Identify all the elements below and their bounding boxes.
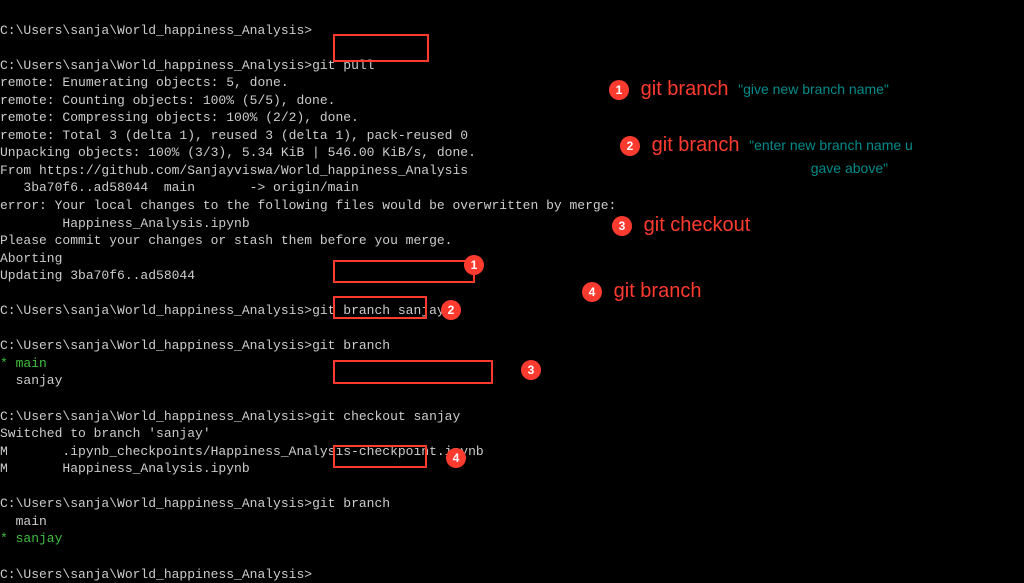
legend-num-1: 1	[609, 80, 629, 100]
branch-list2-other: main	[0, 514, 47, 529]
legend-note-2b: gave above"	[786, 159, 913, 178]
legend-item-1: 1 git branch "give new branch name"	[609, 76, 889, 103]
git-pull-line-12: Updating 3ba70f6..ad58044	[0, 268, 195, 283]
prompt-3[interactable]: C:\Users\sanja\World_happiness_Analysis>…	[0, 338, 390, 353]
prompt-1[interactable]: C:\Users\sanja\World_happiness_Analysis>…	[0, 58, 374, 73]
prompt-0: C:\Users\sanja\World_happiness_Analysis>	[0, 23, 312, 38]
checkout-line-3: M Happiness_Analysis.ipynb	[0, 461, 250, 476]
legend-num-3: 3	[612, 216, 632, 236]
git-pull-line-1: remote: Enumerating objects: 5, done.	[0, 75, 289, 90]
legend-note-2: "enter new branch name u	[749, 137, 913, 153]
legend-cmd-4: git branch	[614, 280, 702, 302]
git-pull-line-9: Happiness_Analysis.ipynb	[0, 216, 250, 231]
legend-item-2: 2 git branch "enter new branch name u ga…	[620, 132, 913, 178]
prompt-2[interactable]: C:\Users\sanja\World_happiness_Analysis>…	[0, 303, 445, 318]
git-pull-line-11: Aborting	[0, 251, 62, 266]
terminal-output: C:\Users\sanja\World_happiness_Analysis>…	[0, 0, 616, 583]
git-pull-line-7: 3ba70f6..ad58044 main -> origin/main	[0, 180, 359, 195]
checkout-line-2: M .ipynb_checkpoints/Happiness_Analysis-…	[0, 444, 484, 459]
branch-list2-active: * sanjay	[0, 531, 62, 546]
git-pull-line-8: error: Your local changes to the followi…	[0, 198, 616, 213]
prompt-6[interactable]: C:\Users\sanja\World_happiness_Analysis>	[0, 567, 312, 582]
git-pull-line-6: From https://github.com/Sanjayviswa/Worl…	[0, 163, 468, 178]
git-pull-line-3: remote: Compressing objects: 100% (2/2),…	[0, 110, 359, 125]
prompt-4[interactable]: C:\Users\sanja\World_happiness_Analysis>…	[0, 409, 460, 424]
checkout-line-1: Switched to branch 'sanjay'	[0, 426, 211, 441]
git-pull-line-4: remote: Total 3 (delta 1), reused 3 (del…	[0, 128, 468, 143]
legend-cmd-2: git branch	[652, 134, 740, 156]
branch-list1-active: * main	[0, 356, 47, 371]
legend-item-3: 3 git checkout	[612, 212, 750, 239]
legend-note-1: "give new branch name"	[738, 81, 889, 97]
legend-num-2: 2	[620, 136, 640, 156]
legend-item-4: 4 git branch	[582, 278, 701, 305]
git-pull-line-2: remote: Counting objects: 100% (5/5), do…	[0, 93, 335, 108]
prompt-5[interactable]: C:\Users\sanja\World_happiness_Analysis>…	[0, 496, 390, 511]
git-pull-line-5: Unpacking objects: 100% (3/3), 5.34 KiB …	[0, 145, 476, 160]
git-pull-line-10: Please commit your changes or stash them…	[0, 233, 452, 248]
branch-list1-other: sanjay	[0, 373, 62, 388]
legend-num-4: 4	[582, 282, 602, 302]
legend-cmd-3: git checkout	[644, 214, 751, 236]
legend-cmd-1: git branch	[641, 78, 729, 100]
